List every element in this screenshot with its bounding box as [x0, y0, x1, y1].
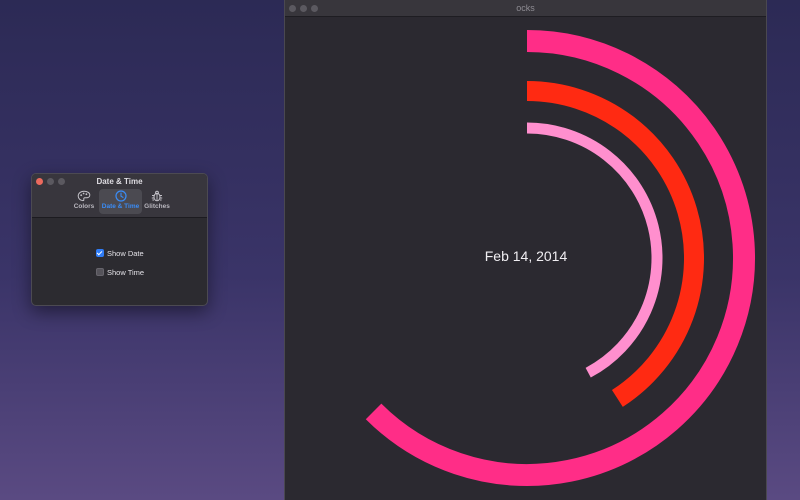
tab-glitches[interactable]: Glitches [137, 189, 177, 214]
show-date-option[interactable]: Show Date [96, 247, 144, 259]
tab-glitches-label: Glitches [144, 203, 170, 210]
preferences-title: Date & Time [96, 177, 143, 186]
show-date-checkbox[interactable] [96, 249, 104, 257]
show-date-label: Show Date [107, 248, 144, 258]
tab-date-time-label: Date & Time [101, 203, 140, 210]
date-label: Feb 14, 2014 [484, 248, 568, 264]
show-time-option[interactable]: Show Time [96, 266, 144, 278]
tab-date-time[interactable]: Date & Time [99, 189, 142, 214]
preferences-toolbar: Date & Time Colors Date & Time Glitches [32, 174, 207, 218]
clock-window: ocks Feb 14, 2014 [284, 0, 767, 500]
preferences-window: Date & Time Colors Date & Time Glitches … [31, 173, 208, 306]
show-time-label: Show Time [107, 267, 145, 277]
clock-icon [114, 190, 127, 202]
bug-icon [151, 190, 163, 202]
palette-icon [77, 190, 91, 202]
show-time-checkbox[interactable] [96, 268, 104, 276]
